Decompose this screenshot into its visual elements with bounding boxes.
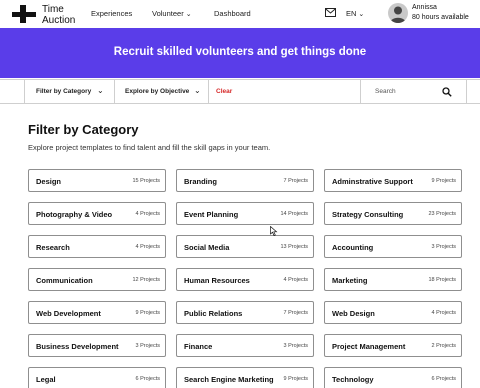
category-card[interactable]: Research 4 Projects <box>28 235 166 258</box>
category-card[interactable]: Branding 7 Projects <box>176 169 314 192</box>
category-card[interactable]: Marketing 18 Projects <box>324 268 462 291</box>
category-card[interactable]: Design 15 Projects <box>28 169 166 192</box>
clear-button[interactable]: Clear <box>216 88 232 95</box>
category-card[interactable]: Search Engine Marketing 9 Projects <box>176 367 314 388</box>
category-card[interactable]: Photography & Video 4 Projects <box>28 202 166 225</box>
chevron-down-icon: ⌄ <box>185 11 192 18</box>
divider <box>114 80 115 104</box>
nav-dashboard[interactable]: Dashboard <box>214 9 251 18</box>
user-name: Annissa <box>412 4 437 11</box>
nav-experiences[interactable]: Experiences <box>91 9 132 18</box>
category-card[interactable]: Business Development 3 Projects <box>28 334 166 357</box>
chevron-down-icon: ⌄ <box>97 86 104 95</box>
filter-category-dropdown[interactable]: Filter by Category <box>36 88 91 95</box>
category-card[interactable]: Legal 6 Projects <box>28 367 166 388</box>
category-card[interactable]: Public Relations 7 Projects <box>176 301 314 324</box>
search-input[interactable]: Search <box>375 88 396 95</box>
divider <box>24 80 25 104</box>
explore-objective-dropdown[interactable]: Explore by Objective <box>125 88 189 95</box>
category-card[interactable]: Project Management 2 Projects <box>324 334 462 357</box>
divider <box>360 80 361 104</box>
category-card[interactable]: Web Design 4 Projects <box>324 301 462 324</box>
chevron-down-icon: ⌄ <box>358 11 365 18</box>
search-icon[interactable] <box>442 87 452 97</box>
divider <box>466 80 467 104</box>
category-card[interactable]: Web Development 9 Projects <box>28 301 166 324</box>
filter-bar: Filter by Category ⌄ Explore by Objectiv… <box>0 79 480 104</box>
category-card[interactable]: Accounting 3 Projects <box>324 235 462 258</box>
divider <box>208 80 209 104</box>
banner-title: Recruit skilled volunteers and get thing… <box>113 46 367 58</box>
section-description: Explore project templates to find talent… <box>28 143 271 152</box>
top-header: Time Auction Experiences Volunteer ⌄ Dash… <box>0 0 480 28</box>
language-select[interactable]: EN ⌄ <box>346 9 364 18</box>
user-icon <box>390 6 406 23</box>
avatar[interactable] <box>388 3 408 23</box>
category-card[interactable]: Adminstrative Support 9 Projects <box>324 169 462 192</box>
logo-text: Time Auction <box>42 4 76 26</box>
category-card[interactable]: Technology 6 Projects <box>324 367 462 388</box>
category-card[interactable]: Event Planning 14 Projects <box>176 202 314 225</box>
time-auction-logo[interactable]: Time Auction <box>10 4 80 26</box>
category-card[interactable]: Communication 12 Projects <box>28 268 166 291</box>
category-card[interactable]: Strategy Consulting 23 Projects <box>324 202 462 225</box>
chevron-down-icon: ⌄ <box>194 86 201 95</box>
logo-cross-icon <box>12 5 36 23</box>
category-card[interactable]: Human Resources 4 Projects <box>176 268 314 291</box>
hero-banner: Recruit skilled volunteers and get thing… <box>0 28 480 78</box>
user-hours: 80 hours available <box>412 14 469 21</box>
mail-icon[interactable] <box>325 8 336 17</box>
mouse-cursor-icon <box>270 226 278 236</box>
category-card[interactable]: Finance 3 Projects <box>176 334 314 357</box>
nav-volunteer[interactable]: Volunteer ⌄ <box>152 9 192 18</box>
category-card[interactable]: Social Media 13 Projects <box>176 235 314 258</box>
section-title: Filter by Category <box>28 122 139 137</box>
